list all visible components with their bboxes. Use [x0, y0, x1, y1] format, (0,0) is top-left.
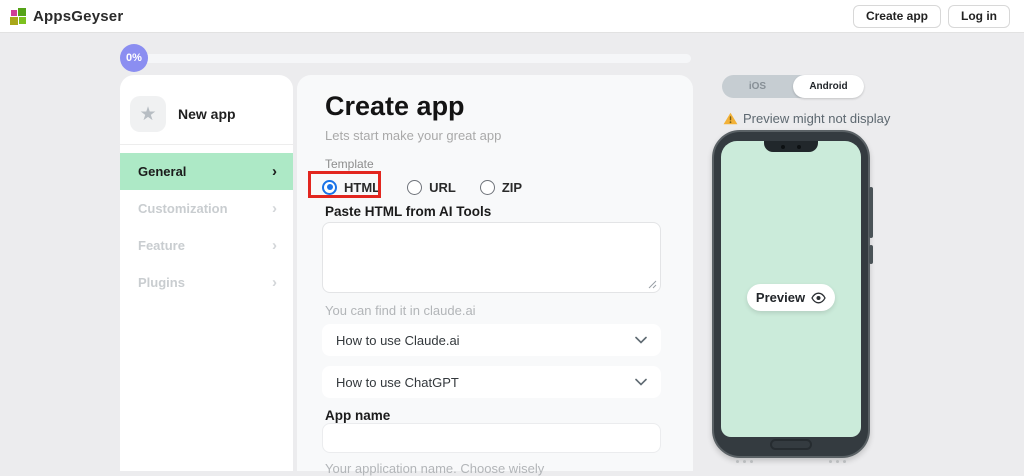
radio-icon[interactable]: [407, 179, 423, 195]
app-name-label: App name: [325, 408, 391, 423]
toggle-ios[interactable]: iOS: [722, 75, 793, 98]
create-app-button[interactable]: Create app: [852, 4, 941, 28]
chevron-down-icon: [635, 336, 647, 344]
progress-bar-track: [140, 54, 691, 63]
sidebar-item-label: Feature: [138, 238, 185, 253]
radio-label: URL: [429, 179, 456, 195]
appsgeyser-logo-icon: [10, 7, 27, 25]
eye-icon: [811, 292, 826, 303]
preview-warning-text: Preview might not display: [743, 111, 891, 126]
dropdown-value: How to use Claude.ai: [336, 332, 460, 348]
paste-hint: You can find it in claude.ai: [325, 303, 476, 318]
preview-button[interactable]: Preview: [747, 284, 835, 311]
sidebar-divider: [120, 144, 293, 145]
page-title: Create app: [325, 91, 465, 121]
login-button[interactable]: Log in: [948, 4, 1010, 28]
app-name-hint: Your application name. Choose wisely: [325, 461, 545, 476]
preview-button-label: Preview: [755, 290, 806, 305]
template-label: Template: [325, 157, 374, 171]
sidebar-item-plugins[interactable]: Plugins ›: [120, 264, 293, 301]
camera-dot-icon: [797, 144, 801, 149]
app-name-input[interactable]: [322, 423, 661, 453]
phone-home-button: [770, 439, 812, 450]
toggle-android[interactable]: Android: [793, 75, 864, 98]
chevron-down-icon: [635, 378, 647, 386]
top-header: AppsGeyser Create app Log in: [0, 0, 1024, 33]
paste-html-textarea[interactable]: [322, 222, 661, 293]
dropdown-how-to-use-claude[interactable]: How to use Claude.ai: [322, 324, 661, 356]
chevron-right-icon: ›: [272, 274, 277, 291]
create-app-panel: Create app Lets start make your great ap…: [297, 75, 693, 476]
phone-notch: [764, 141, 818, 152]
preview-warning: Preview might not display: [723, 111, 890, 126]
sidebar-item-label: Customization: [138, 201, 228, 216]
chevron-right-icon: ›: [272, 200, 277, 217]
sidebar-item-feature[interactable]: Feature ›: [120, 227, 293, 264]
speaker-dots: [829, 460, 846, 463]
chevron-right-icon: ›: [272, 237, 277, 254]
phone-volume-button: [869, 187, 873, 238]
sidebar-item-label: Plugins: [138, 275, 185, 290]
page-subtitle: Lets start make your great app: [325, 128, 502, 143]
radio-label: ZIP: [501, 179, 523, 195]
brand[interactable]: AppsGeyser: [10, 7, 124, 25]
radio-label: HTML: [344, 179, 381, 195]
new-app-avatar: ★: [130, 96, 166, 132]
camera-dot-icon: [781, 144, 785, 149]
template-option-zip[interactable]: ZIP: [479, 179, 523, 195]
radio-icon[interactable]: [479, 179, 495, 195]
chevron-right-icon: ›: [272, 163, 277, 180]
new-app-title: New app: [178, 106, 236, 122]
sidebar-item-customization[interactable]: Customization ›: [120, 190, 293, 227]
progress-percent-badge: 0%: [120, 44, 148, 72]
radio-selected-icon[interactable]: [322, 179, 337, 195]
phone-power-button: [869, 245, 873, 264]
star-icon: ★: [139, 103, 157, 125]
template-option-html[interactable]: HTML: [322, 179, 381, 195]
sidebar: ★ New app General › Customization › Feat…: [120, 75, 293, 471]
template-option-url[interactable]: URL: [407, 179, 456, 195]
phone-mockup: Preview: [712, 130, 873, 463]
sidebar-item-label: General: [138, 164, 187, 179]
speaker-dots: [736, 460, 753, 463]
template-radio-group: HTML URL ZIP: [322, 176, 522, 198]
warning-icon: [723, 112, 738, 125]
dropdown-how-to-use-chatgpt[interactable]: How to use ChatGPT: [322, 366, 661, 398]
paste-html-label: Paste HTML from AI Tools: [325, 204, 492, 219]
brand-name: AppsGeyser: [33, 7, 124, 25]
platform-toggle: iOS Android: [722, 75, 864, 98]
dropdown-value: How to use ChatGPT: [336, 374, 459, 390]
sidebar-item-general[interactable]: General ›: [120, 153, 293, 190]
